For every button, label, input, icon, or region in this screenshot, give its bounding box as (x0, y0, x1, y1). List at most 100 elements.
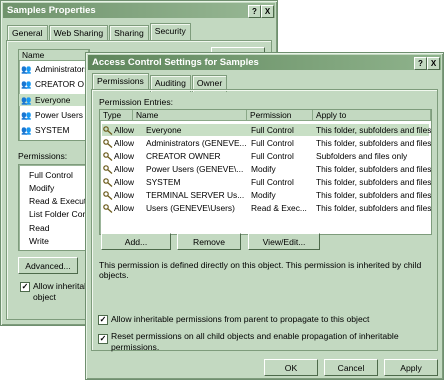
user-name: CREATOR O (35, 79, 85, 89)
users-group-icon: 👥 (21, 110, 32, 120)
advanced-button[interactable]: Advanced... (18, 257, 78, 274)
user-name: Everyone (35, 95, 71, 105)
key-icon (103, 139, 113, 148)
perm-list-folder: List Folder Con (29, 209, 88, 219)
column-header-apply-to[interactable]: Apply to (313, 110, 431, 121)
row-apply-to: This folder, subfolders and files (316, 125, 432, 135)
acs-help-button[interactable]: ? (414, 57, 427, 70)
permissions-list: Full Control Modify Read & Execut List F… (18, 164, 90, 251)
row-type: Allow (114, 151, 135, 161)
row-permission: Read & Exec... (251, 203, 307, 213)
row-type: Allow (114, 190, 135, 200)
row-type: Allow (114, 203, 135, 213)
row-permission: Modify (251, 190, 276, 200)
key-icon (103, 126, 113, 135)
perm-write: Write (29, 236, 49, 246)
row-name: CREATOR OWNER (146, 151, 221, 161)
user-name: SYSTEM (35, 125, 70, 135)
reset-permissions-label-2: permissions. (111, 342, 160, 352)
key-icon (103, 191, 113, 200)
allow-inherit-label-2: object (33, 292, 56, 302)
row-permission: Modify (251, 164, 276, 174)
table-row[interactable]: Allow SYSTEM Full Control This folder, s… (102, 176, 432, 188)
reset-permissions-checkbox[interactable]: ✓ (98, 334, 108, 344)
key-icon (103, 165, 113, 174)
perm-modify: Modify (29, 183, 55, 193)
user-name: Administrators (35, 64, 89, 74)
row-permission: Full Control (251, 138, 294, 148)
row-name: Power Users (GENEVE\... (146, 164, 244, 174)
perm-read-execute: Read & Execut (29, 196, 87, 206)
close-button[interactable]: X (261, 5, 274, 18)
row-permission: Full Control (251, 177, 294, 187)
table-row[interactable]: Allow Users (GENEVE\Users) Read & Exec..… (102, 202, 432, 214)
user-row-system[interactable]: 👥 SYSTEM (19, 124, 87, 136)
row-name: TERMINAL SERVER Us... (146, 190, 245, 200)
name-column-header[interactable]: Name (19, 50, 89, 61)
samples-titlebar[interactable]: Samples Properties ? X (3, 3, 275, 18)
row-type: Allow (114, 125, 135, 135)
row-permission: Full Control (251, 151, 294, 161)
permission-entries-label: Permission Entries: (99, 97, 174, 107)
remove-entry-button[interactable]: Remove (177, 233, 241, 250)
user-row-administrators[interactable]: 👥 Administrators (19, 63, 89, 75)
user-row-everyone[interactable]: 👥 Everyone (19, 94, 87, 106)
users-group-icon: 👥 (21, 95, 32, 105)
column-header-permission[interactable]: Permission (247, 110, 313, 121)
row-apply-to: This folder, subfolders and files (316, 138, 432, 148)
help-button[interactable]: ? (248, 5, 261, 18)
row-apply-to: This folder, subfolders and files (316, 203, 432, 213)
row-type: Allow (114, 177, 135, 187)
table-row[interactable]: Allow TERMINAL SERVER Us... Modify This … (102, 189, 432, 201)
reset-permissions-label: Reset permissions on all child objects a… (111, 331, 399, 341)
access-control-window: Access Control Settings for Samples ? X … (85, 52, 444, 380)
row-apply-to: Subfolders and files only (316, 151, 408, 161)
key-icon (103, 152, 113, 161)
allow-inherit-checkbox[interactable]: ✓ (20, 282, 30, 292)
view-edit-button[interactable]: View/Edit... (248, 233, 320, 250)
inherit-from-parent-checkbox[interactable]: ✓ (98, 315, 108, 325)
user-row-power-users[interactable]: 👥 Power Users (19, 109, 87, 121)
perm-read: Read (29, 223, 50, 233)
row-apply-to: This folder, subfolders and files (316, 190, 432, 200)
row-name: Users (GENEVE\Users) (146, 203, 235, 213)
cancel-button[interactable]: Cancel (324, 359, 378, 376)
row-type: Allow (114, 164, 135, 174)
user-name: Power Users (35, 110, 83, 120)
table-row[interactable]: Allow CREATOR OWNER Full Control Subfold… (102, 150, 429, 162)
key-icon (103, 178, 113, 187)
row-apply-to: This folder, subfolders and files (316, 164, 432, 174)
tab-permissions[interactable]: Permissions (92, 73, 149, 90)
users-list[interactable]: Name 👥 Administrators 👥 CREATOR O 👥 Ever… (18, 49, 90, 141)
samples-title: Samples Properties (7, 5, 96, 16)
permission-info-text: This permission is defined directly on t… (99, 260, 422, 280)
key-icon (103, 204, 113, 213)
users-group-icon: 👥 (21, 125, 32, 135)
allow-inherit-label: Allow inheritabl (33, 281, 91, 291)
row-name: Everyone (146, 125, 182, 135)
tab-security[interactable]: Security (149, 23, 191, 40)
inherit-from-parent-label: Allow inheritable permissions from paren… (111, 314, 370, 324)
row-name: Administrators (GENEVE... (146, 138, 246, 148)
users-group-icon: 👥 (21, 79, 32, 89)
row-permission: Full Control (251, 125, 294, 135)
ok-button[interactable]: OK (264, 359, 318, 376)
acs-close-button[interactable]: X (427, 57, 440, 70)
acs-title: Access Control Settings for Samples (92, 57, 259, 68)
apply-button[interactable]: Apply (384, 359, 438, 376)
row-type: Allow (114, 138, 135, 148)
column-header-type[interactable]: Type (100, 110, 133, 121)
row-apply-to: This folder, subfolders and files (316, 177, 432, 187)
users-group-icon: 👥 (21, 64, 32, 74)
permissions-label: Permissions: (18, 151, 68, 161)
permission-entries-table[interactable]: Type Name Permission Apply to Allow Ever… (99, 109, 432, 235)
user-row-creator-owner[interactable]: 👥 CREATOR O (19, 78, 87, 90)
perm-full-control: Full Control (29, 170, 73, 180)
add-entry-button[interactable]: Add... (101, 233, 171, 250)
acs-titlebar[interactable]: Access Control Settings for Samples ? X (88, 55, 441, 70)
table-row[interactable]: Allow Administrators (GENEVE... Full Con… (102, 137, 432, 149)
table-row[interactable]: Allow Power Users (GENEVE\... Modify Thi… (102, 163, 432, 175)
row-name: SYSTEM (146, 177, 181, 187)
column-header-name[interactable]: Name (133, 110, 247, 121)
table-row[interactable]: Allow Everyone Full Control This folder,… (102, 124, 432, 136)
